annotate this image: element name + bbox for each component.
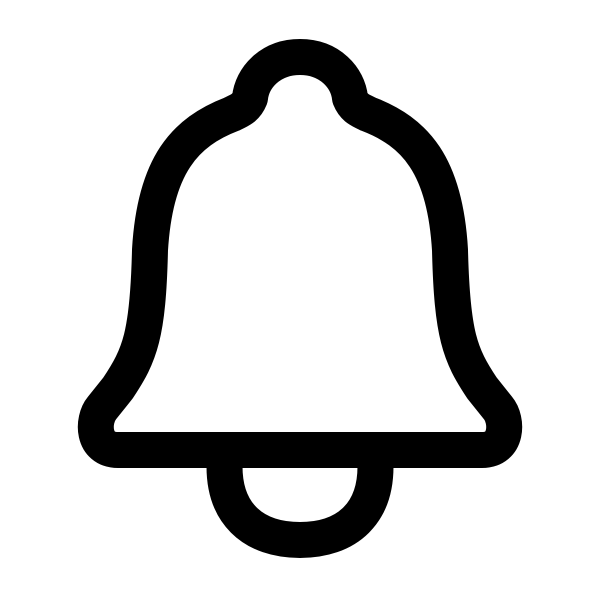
bell-icon xyxy=(0,0,600,600)
bell-body xyxy=(77,39,523,468)
icon-canvas xyxy=(0,0,600,600)
bell-icon-svg xyxy=(77,39,523,558)
